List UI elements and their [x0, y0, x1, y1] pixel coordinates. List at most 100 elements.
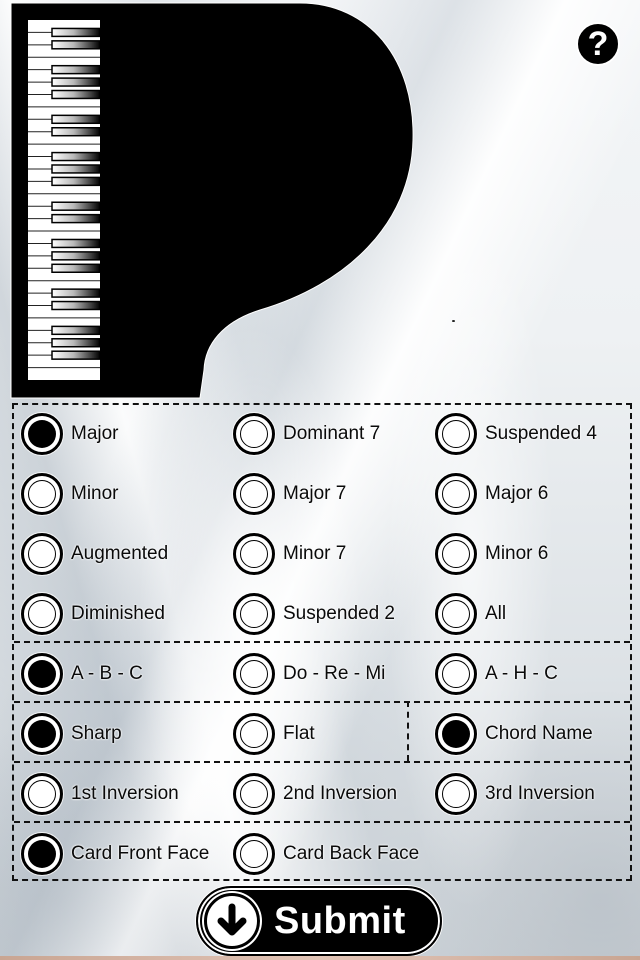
radio-button[interactable] [21, 713, 63, 755]
option-label: Suspended 4 [485, 423, 597, 444]
radio-button[interactable] [21, 773, 63, 815]
section-divider [14, 641, 630, 643]
option-major-7[interactable]: Major 7 [233, 472, 346, 516]
option-label: Major 7 [283, 483, 347, 504]
option-label: Card Front Face [71, 843, 210, 864]
option-3rd-inversion[interactable]: 3rd Inversion [435, 772, 595, 816]
option-label: 2nd Inversion [283, 783, 398, 804]
submit-label: Submit [274, 899, 406, 942]
black-key [51, 151, 101, 162]
option-dominant-7[interactable]: Dominant 7 [233, 412, 380, 456]
submit-button[interactable]: Submit [196, 886, 442, 956]
option-1st-inversion[interactable]: 1st Inversion [21, 772, 179, 816]
black-key [51, 251, 101, 261]
radio-button[interactable] [233, 473, 275, 515]
radio-button[interactable] [21, 653, 63, 695]
option-sharp[interactable]: Sharp [21, 712, 122, 756]
option-label: Suspended 2 [283, 603, 395, 624]
question-circle-icon: ? [587, 25, 609, 63]
option-augmented[interactable]: Augmented [21, 532, 168, 576]
radio-button[interactable] [233, 413, 275, 455]
option-card-front-face[interactable]: Card Front Face [21, 832, 209, 876]
options-panel: Major Dominant 7 Suspended 4 Minor Major… [12, 403, 632, 881]
help-button[interactable]: ? [576, 22, 620, 66]
option-minor-6[interactable]: Minor 6 [435, 532, 548, 576]
option-label: Do - Re - Mi [283, 663, 386, 684]
grand-piano-graphic [10, 2, 414, 399]
option-flat[interactable]: Flat [233, 712, 315, 756]
option-card-back-face[interactable]: Card Back Face [233, 832, 419, 876]
radio-button[interactable] [233, 833, 275, 875]
option-label: Diminished [71, 603, 165, 624]
radio-button[interactable] [435, 773, 477, 815]
radio-button[interactable] [233, 653, 275, 695]
black-key [51, 213, 101, 224]
option-suspended-4[interactable]: Suspended 4 [435, 412, 597, 456]
bottom-edge [0, 956, 640, 960]
option-minor[interactable]: Minor [21, 472, 119, 516]
section-divider-vertical [407, 701, 409, 761]
black-key [51, 201, 101, 211]
black-key [51, 27, 101, 38]
option-2nd-inversion[interactable]: 2nd Inversion [233, 772, 397, 816]
option-label: A - B - C [71, 663, 143, 684]
radio-button[interactable] [435, 713, 477, 755]
option-label: Card Back Face [283, 843, 420, 864]
black-key [51, 300, 101, 311]
option-chord-name[interactable]: Chord Name [435, 712, 593, 756]
black-key [51, 40, 101, 50]
option-label: Minor [71, 483, 119, 504]
option-label: All [485, 603, 507, 624]
black-key [51, 127, 101, 137]
stray-dot [452, 320, 455, 322]
radio-button[interactable] [21, 533, 63, 575]
black-key [51, 164, 101, 174]
black-key [51, 288, 101, 298]
option-label: 1st Inversion [71, 783, 179, 804]
radio-button[interactable] [435, 653, 477, 695]
black-key [51, 238, 101, 249]
arrow-down-circle-icon [204, 893, 260, 949]
black-key [51, 77, 101, 87]
radio-button[interactable] [21, 833, 63, 875]
section-divider [14, 821, 630, 823]
radio-button[interactable] [233, 533, 275, 575]
section-divider [14, 701, 630, 703]
black-key [51, 114, 101, 125]
option-label: Minor 6 [485, 543, 549, 564]
radio-button[interactable] [21, 473, 63, 515]
option-label: Sharp [71, 723, 122, 744]
option-label: Minor 7 [283, 543, 347, 564]
black-key [51, 263, 101, 273]
radio-button[interactable] [435, 593, 477, 635]
radio-button[interactable] [435, 533, 477, 575]
radio-button[interactable] [233, 773, 275, 815]
option-label: Chord Name [485, 723, 593, 744]
radio-button[interactable] [233, 593, 275, 635]
radio-button[interactable] [21, 413, 63, 455]
option-label: 3rd Inversion [485, 783, 595, 804]
option-suspended-2[interactable]: Suspended 2 [233, 592, 395, 636]
option-label: Flat [283, 723, 315, 744]
radio-button[interactable] [435, 413, 477, 455]
option-label: Major [71, 423, 119, 444]
option-abc[interactable]: A - B - C [21, 652, 143, 696]
option-major-6[interactable]: Major 6 [435, 472, 548, 516]
option-label: A - H - C [485, 663, 558, 684]
option-ahc[interactable]: A - H - C [435, 652, 558, 696]
piano-keyboard [28, 20, 101, 380]
option-do-re-mi[interactable]: Do - Re - Mi [233, 652, 385, 696]
option-minor-7[interactable]: Minor 7 [233, 532, 346, 576]
option-major[interactable]: Major [21, 412, 119, 456]
option-label: Augmented [71, 543, 169, 564]
radio-button[interactable] [435, 473, 477, 515]
black-key [51, 176, 101, 187]
radio-button[interactable] [233, 713, 275, 755]
option-diminished[interactable]: Diminished [21, 592, 165, 636]
option-label: Major 6 [485, 483, 549, 504]
radio-button[interactable] [21, 593, 63, 635]
black-key [51, 325, 101, 336]
option-all[interactable]: All [435, 592, 506, 636]
option-label: Dominant 7 [283, 423, 381, 444]
black-key [51, 64, 101, 75]
